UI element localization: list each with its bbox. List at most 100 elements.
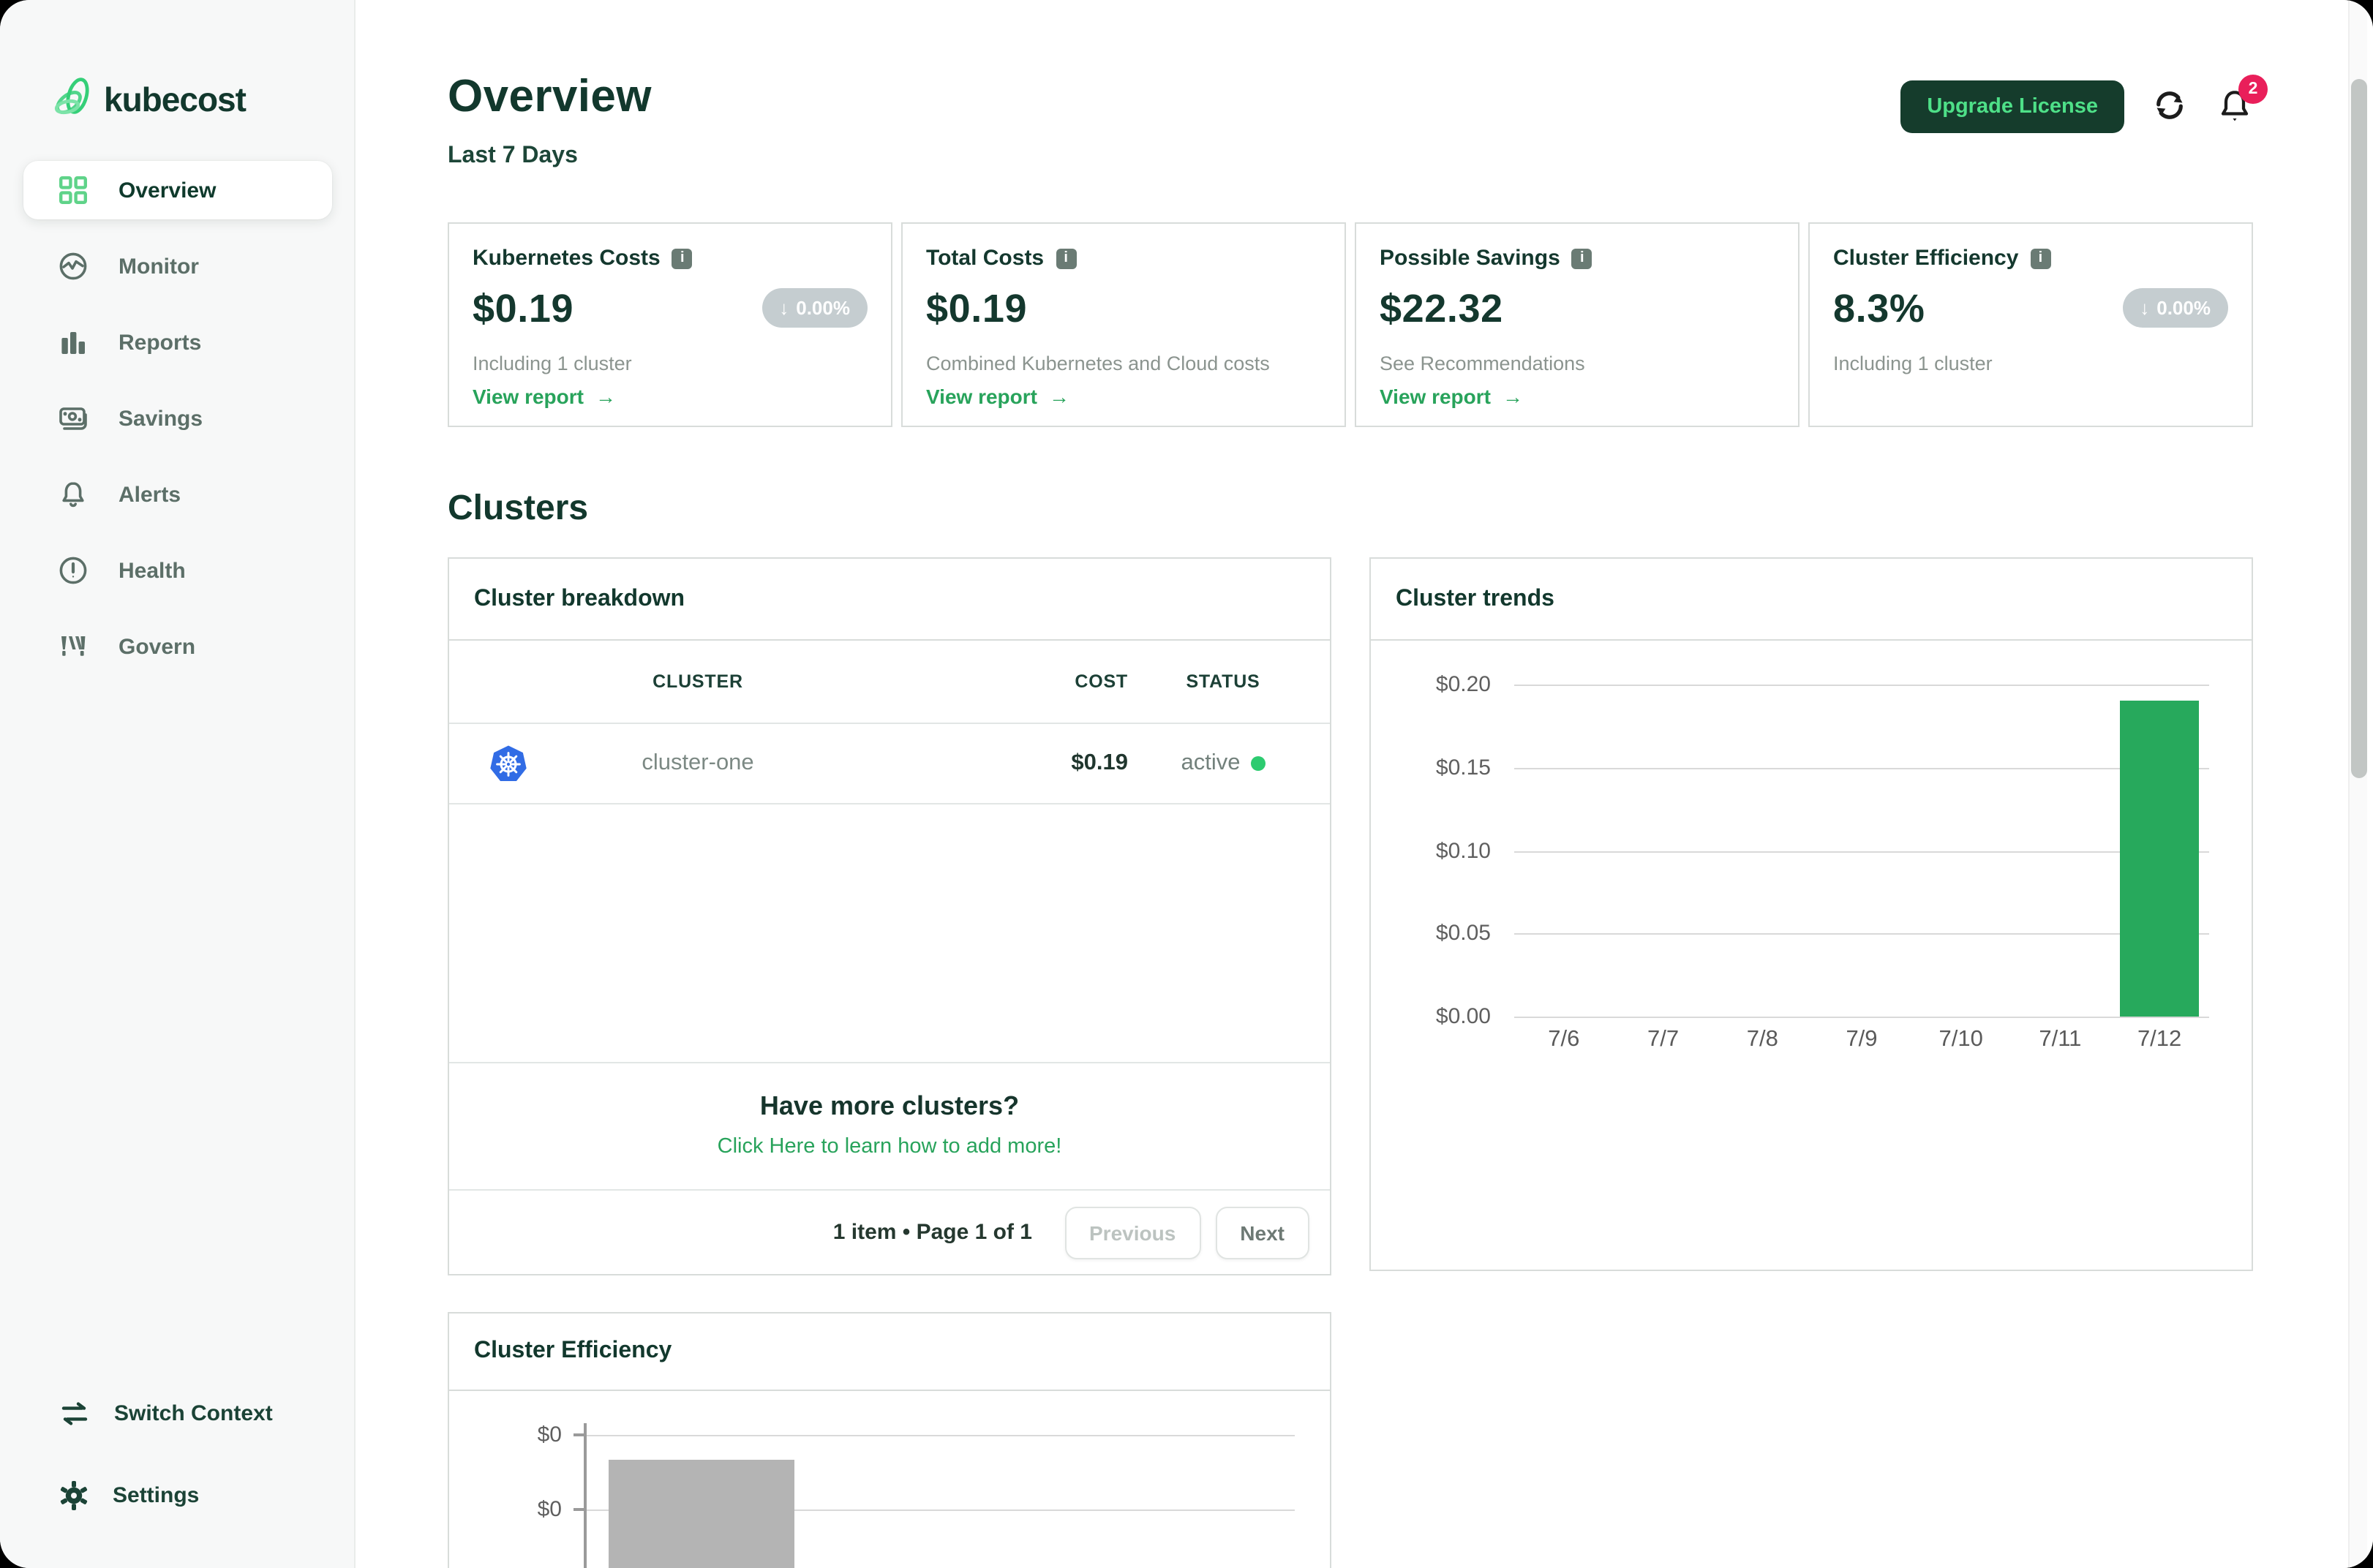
right-arrow-icon: → (1503, 385, 1523, 408)
grid-icon (59, 176, 88, 205)
notification-count-badge: 2 (2238, 75, 2268, 104)
view-report-link[interactable]: View report → (1380, 385, 1523, 408)
switch-arrows-icon (61, 1401, 88, 1425)
cluster-trends-panel: Cluster trends $0.00 $0.05 $0.10 $0.15 $0.20… (1369, 557, 2253, 1271)
stat-title: Cluster Efficiency (1833, 246, 2019, 271)
refresh-icon (2156, 91, 2183, 119)
settings-button[interactable]: Settings (59, 1477, 273, 1512)
pagination-summary: 1 item • Page 1 of 1 (832, 1220, 1032, 1245)
panel-title: Cluster trends (1371, 559, 2252, 641)
table-header-row: CLUSTER COST STATUS (449, 641, 1330, 724)
y-gridline (1514, 1017, 2209, 1018)
cell-cluster-name: cluster-one (642, 750, 754, 775)
efficiency-bar (609, 1460, 794, 1568)
y-axis-tick-label: $0 (537, 1422, 562, 1447)
table-row[interactable]: cluster-one $0.19 active (449, 724, 1330, 804)
switch-context-button[interactable]: Switch Context (59, 1395, 273, 1431)
sidebar-item-savings[interactable]: Savings (23, 389, 332, 448)
sidebar-item-label: Reports (119, 330, 202, 355)
sidebar-item-health[interactable]: Health (23, 541, 332, 600)
previous-page-button[interactable]: Previous (1064, 1206, 1201, 1259)
cluster-breakdown-panel: Cluster breakdown CLUSTER COST STATUS cl… (448, 557, 1331, 1275)
y-gridline (1514, 767, 2209, 769)
y-axis-tick-label: $0.00 (1435, 1004, 1491, 1029)
sidebar-item-label: Monitor (119, 254, 199, 279)
status-active-dot (1250, 756, 1266, 771)
down-arrow-icon: ↓ (2140, 297, 2150, 319)
info-icon[interactable]: i (1571, 248, 1592, 268)
stat-value: $0.19 (926, 287, 1028, 331)
sidebar-item-alerts[interactable]: Alerts (23, 465, 332, 524)
column-header-status: STATUS (1186, 671, 1260, 692)
stat-card-cluster-efficiency: Cluster Efficiency i 8.3% ↓ 0.00% Includ… (1808, 222, 2253, 427)
change-badge: ↓ 0.00% (2122, 288, 2228, 328)
vertical-scrollbar-thumb[interactable] (2351, 79, 2367, 778)
info-icon[interactable]: i (672, 248, 693, 268)
stat-description: See Recommendations (1380, 353, 1585, 374)
stat-card-possible-savings: Possible Savings i $22.32 See Recommenda… (1355, 222, 1800, 427)
stat-card-row: Kubernetes Costs i $0.19 ↓ 0.00% Includi… (448, 222, 2253, 427)
sidebar-item-label: Alerts (119, 482, 181, 507)
stat-value: $22.32 (1380, 287, 1503, 331)
more-clusters-section: Have more clusters? Click Here to learn … (449, 1062, 1330, 1189)
stat-description: Combined Kubernetes and Cloud costs (926, 353, 1270, 374)
x-axis-tick-label: 7/8 (1746, 1027, 1778, 1052)
change-badge: ↓ 0.00% (761, 288, 868, 328)
pagination-bar: 1 item • Page 1 of 1 Previous Next (449, 1189, 1330, 1274)
next-page-button[interactable]: Next (1215, 1206, 1309, 1259)
settings-label: Settings (113, 1482, 200, 1507)
notifications-button[interactable]: 2 (2215, 75, 2268, 126)
x-axis-tick-label: 7/10 (1938, 1027, 1983, 1052)
health-icon (59, 557, 87, 584)
info-icon[interactable]: i (2030, 248, 2051, 268)
x-axis-tick-label: 7/12 (2137, 1027, 2182, 1052)
kubecost-logo[interactable]: kubecost (53, 76, 354, 123)
add-clusters-link[interactable]: Click Here to learn how to add more! (718, 1135, 1062, 1158)
monitor-icon (59, 252, 87, 280)
upgrade-license-button[interactable]: Upgrade License (1900, 80, 2124, 133)
view-report-label: View report (926, 385, 1037, 408)
x-axis-tick-label: 7/7 (1647, 1027, 1680, 1052)
kubecost-logo-icon (54, 78, 89, 115)
sidebar-footer: Switch Context Settings (59, 1395, 273, 1559)
down-arrow-icon: ↓ (779, 297, 789, 319)
stat-title: Possible Savings (1380, 246, 1560, 271)
screenshot-stage: kubecost Overview Monitor Reports Saving… (0, 0, 2373, 1568)
main-content: Overview Last 7 Days Upgrade License 2 K… (356, 0, 2373, 1568)
sidebar-item-overview[interactable]: Overview (23, 161, 332, 219)
govern-icon (61, 636, 86, 656)
y-axis-tickmark (573, 1508, 584, 1511)
switch-context-label: Switch Context (114, 1401, 273, 1425)
table-empty-space (449, 804, 1330, 1062)
sidebar-item-label: Savings (119, 406, 203, 431)
bell-icon (62, 482, 84, 508)
kubernetes-icon (489, 745, 526, 780)
stat-card-total-costs: Total Costs i $0.19 Combined Kubernetes … (901, 222, 1346, 427)
y-axis-tick-label: $0.05 (1435, 921, 1491, 946)
column-header-cluster: CLUSTER (653, 671, 743, 692)
sidebar-item-govern[interactable]: Govern (23, 617, 332, 676)
vertical-scrollbar-track[interactable] (2348, 0, 2367, 1568)
stat-card-kubernetes-costs: Kubernetes Costs i $0.19 ↓ 0.00% Includi… (448, 222, 892, 427)
trend-bar-7/12 (2120, 701, 2200, 1017)
refresh-button[interactable] (2151, 88, 2189, 126)
x-axis-tick-label: 7/6 (1548, 1027, 1580, 1052)
y-axis-tickmark (573, 1433, 584, 1436)
y-axis-tick-label: $0.10 (1435, 838, 1491, 863)
view-report-link[interactable]: View report → (473, 385, 616, 408)
y-gridline (1514, 933, 2209, 935)
sidebar-item-monitor[interactable]: Monitor (23, 237, 332, 295)
stat-description: Including 1 cluster (473, 353, 632, 374)
panel-title: Cluster breakdown (449, 559, 1330, 641)
info-icon[interactable]: i (1056, 248, 1077, 268)
sidebar-item-reports[interactable]: Reports (23, 313, 332, 372)
change-value: 0.00% (2156, 297, 2211, 319)
cluster-trends-chart: $0.00 $0.05 $0.10 $0.15 $0.20 7/6 7/7 7/8 7/9 7/1… (1371, 641, 2252, 1270)
sidebar-item-label: Govern (119, 634, 196, 659)
panel-title: Cluster Efficiency (449, 1313, 1330, 1391)
view-report-link[interactable]: View report → (926, 385, 1069, 408)
cluster-efficiency-panel: Cluster Efficiency $0 $0 (448, 1312, 1331, 1568)
x-axis-tick-label: 7/11 (2039, 1027, 2082, 1052)
banknote-icon (59, 407, 87, 430)
view-report-label: View report (473, 385, 584, 408)
